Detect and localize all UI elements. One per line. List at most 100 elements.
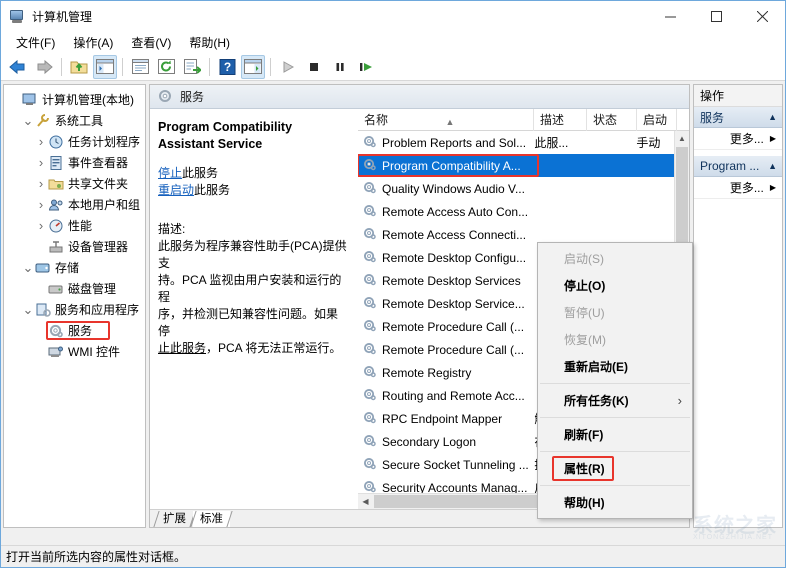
chevron-right-icon[interactable]: ›	[34, 197, 48, 212]
scroll-up-icon[interactable]: ▲	[675, 131, 689, 146]
show-tree-icon[interactable]	[93, 54, 117, 79]
tree-node-label: 服务	[68, 324, 93, 338]
tree-node-任务计划程序[interactable]: › 任务计划程序	[4, 131, 145, 152]
main-area: 计算机管理(本地) ⌄ 系统工具 › 任务计划程序 › 事件查看器 › 共享文件夹 › 本地用户和组…	[1, 82, 785, 532]
tab-扩展[interactable]: 扩展	[156, 511, 193, 527]
list-header: 名称 ▲ 描述 状态 启动	[358, 108, 689, 131]
stop-service-link[interactable]: 停止	[158, 166, 182, 180]
close-button[interactable]	[739, 1, 785, 31]
tree-node-事件查看器[interactable]: › 事件查看器	[4, 152, 145, 173]
submenu-arrow-icon[interactable]: ▶	[770, 134, 776, 143]
cell-service-name: Remote Desktop Service...	[358, 295, 532, 313]
table-row[interactable]: Quality Windows Audio V...	[358, 177, 674, 200]
column-header-描述[interactable]: 描述	[534, 108, 587, 131]
context-menu-separator	[540, 417, 690, 418]
cell-service-name: Remote Procedure Call (...	[358, 341, 532, 359]
chevron-down-icon[interactable]: ⌄	[21, 114, 35, 127]
tree-node-共享文件夹[interactable]: › 共享文件夹	[4, 173, 145, 194]
chevron-right-icon[interactable]: ›	[34, 155, 48, 170]
show-action-pane-icon[interactable]	[241, 54, 265, 79]
performance-icon	[48, 218, 64, 234]
properties-icon[interactable]	[128, 55, 152, 79]
menu-file[interactable]: 文件(F)	[7, 32, 64, 53]
actions-section-title: 服务	[700, 110, 725, 125]
cell-service-name: Remote Desktop Configu...	[358, 249, 532, 267]
service-name-label: Remote Desktop Services	[382, 273, 521, 288]
column-header-启动[interactable]: 启动	[637, 108, 677, 131]
tree-node-服务和应用程序[interactable]: ⌄ 服务和应用程序	[4, 299, 145, 320]
chevron-right-icon[interactable]: ›	[34, 176, 48, 191]
context-menu-item-所有任务(K)[interactable]: 所有任务(K) ›	[538, 387, 692, 414]
service-name-label: Remote Registry	[382, 365, 472, 380]
actions-item-label: 更多...	[729, 132, 764, 146]
actions-item-more[interactable]: 更多... ▶	[694, 177, 782, 199]
event-viewer-icon	[48, 155, 64, 171]
restart-service-suffix: 此服务	[194, 183, 231, 197]
chevron-right-icon[interactable]: ›	[34, 218, 48, 233]
context-menu-item-属性(R)[interactable]: 属性(R)	[538, 455, 692, 482]
actions-section-header[interactable]: Program ... ▲	[694, 156, 782, 177]
actions-section-header[interactable]: 服务 ▲	[694, 107, 782, 128]
context-menu-item-帮助(H)[interactable]: 帮助(H)	[538, 489, 692, 516]
collapse-arrow-icon[interactable]: ▲	[768, 112, 777, 122]
restart-service-link[interactable]: 重启动	[158, 183, 194, 197]
service-gear-icon	[362, 479, 378, 494]
service-gear-icon	[362, 272, 378, 290]
tree-node-计算机管理(本地)[interactable]: 计算机管理(本地)	[4, 89, 145, 110]
description-line-1: 此服务为程序兼容性助手(PCA)提供支	[158, 239, 347, 270]
minimize-button[interactable]	[647, 1, 693, 31]
tree-node-设备管理器[interactable]: 设备管理器	[4, 236, 145, 257]
service-name-label: Remote Procedure Call (...	[382, 342, 525, 357]
tree-node-服务[interactable]: 服务	[4, 320, 145, 341]
tree-node-性能[interactable]: › 性能	[4, 215, 145, 236]
maximize-button[interactable]	[693, 1, 739, 31]
scroll-left-icon[interactable]: ◀	[358, 494, 373, 509]
forward-icon[interactable]	[32, 55, 56, 79]
context-menu-item-label: 所有任务(K)	[564, 394, 629, 408]
help-icon[interactable]: ?	[215, 55, 239, 79]
back-icon[interactable]	[6, 55, 30, 79]
start-service-icon[interactable]	[276, 55, 300, 79]
menu-help[interactable]: 帮助(H)	[180, 32, 239, 53]
service-name-label: Remote Desktop Service...	[382, 296, 525, 311]
pause-service-icon[interactable]	[328, 55, 352, 79]
collapse-arrow-icon[interactable]: ▲	[768, 161, 777, 171]
cell-service-name: Secondary Logon	[358, 433, 532, 451]
tree-node-WMI 控件[interactable]: WMI 控件	[4, 341, 145, 362]
table-row[interactable]: Problem Reports and Sol... 此服... 手动	[358, 131, 674, 154]
cell-service-name: Remote Desktop Services	[358, 272, 532, 290]
actions-item-more[interactable]: 更多... ▶	[694, 128, 782, 150]
tree-node-存储[interactable]: ⌄ 存储	[4, 257, 145, 278]
service-name-label: Secure Socket Tunneling ...	[382, 457, 529, 472]
actions-sections: 服务 ▲ 更多... ▶ Program ... ▲ 更多... ▶	[694, 107, 782, 199]
cell-service-name: Routing and Remote Acc...	[358, 387, 532, 405]
chevron-down-icon[interactable]: ⌄	[21, 261, 35, 274]
export-list-icon[interactable]	[180, 55, 204, 79]
tab-标准[interactable]: 标准	[193, 511, 230, 527]
service-name-label: Quality Windows Audio V...	[382, 181, 525, 196]
description-label: 描述:	[158, 222, 186, 236]
service-gear-icon	[362, 433, 378, 451]
up-folder-icon[interactable]	[67, 55, 91, 79]
tree-node-系统工具[interactable]: ⌄ 系统工具	[4, 110, 145, 131]
tree-node-本地用户和组[interactable]: › 本地用户和组	[4, 194, 145, 215]
tree-node-磁盘管理[interactable]: 磁盘管理	[4, 278, 145, 299]
column-header-状态[interactable]: 状态	[587, 108, 637, 131]
table-row[interactable]: Program Compatibility A...	[358, 154, 674, 177]
refresh-icon[interactable]	[154, 55, 178, 79]
chevron-right-icon[interactable]: ›	[34, 134, 48, 149]
stop-service-icon[interactable]	[302, 55, 326, 79]
context-menu[interactable]: 启动(S) 停止(O) 暂停(U) 恢复(M) 重新启动(E) 所有任务(K) › 刷新(F)…	[537, 242, 693, 519]
context-menu-item-刷新(F)[interactable]: 刷新(F)	[538, 421, 692, 448]
submenu-arrow-icon[interactable]: ▶	[770, 183, 776, 192]
menu-action[interactable]: 操作(A)	[64, 32, 122, 53]
cell-startup-type: 手动	[636, 136, 661, 150]
chevron-down-icon[interactable]: ⌄	[21, 303, 35, 316]
context-menu-item-label: 启动(S)	[564, 252, 604, 266]
table-row[interactable]: Remote Access Auto Con...	[358, 200, 674, 223]
context-menu-item-重新启动(E)[interactable]: 重新启动(E)	[538, 353, 692, 380]
context-menu-item-停止(O)[interactable]: 停止(O)	[538, 272, 692, 299]
restart-service-icon[interactable]	[354, 55, 378, 79]
menu-view[interactable]: 查看(V)	[122, 32, 180, 53]
column-header-名称[interactable]: 名称 ▲	[358, 108, 534, 131]
